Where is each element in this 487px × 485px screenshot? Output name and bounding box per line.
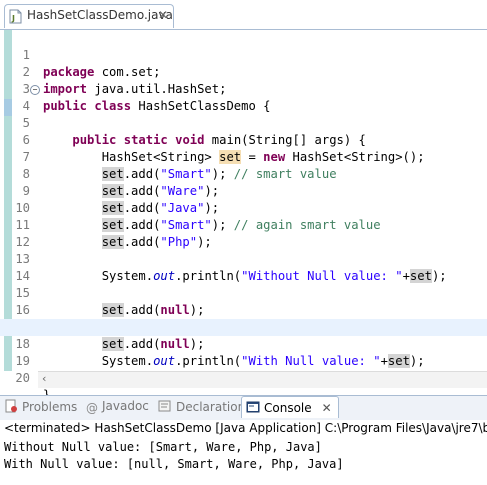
code-editor[interactable]: 1 package com.set; 2 import java.util.Ha…: [0, 29, 487, 402]
console-line: With Null value: [null, Smart, Ware, Php…: [4, 457, 344, 471]
editor-tab-title: HashSetClassDemo.java: [27, 8, 173, 22]
code-line: 2 import java.util.HashSet;: [0, 47, 487, 96]
code-line: 4 − public static void main(String[] arg…: [0, 81, 487, 147]
code-line: 20 }: [0, 353, 487, 402]
close-icon[interactable]: ✕: [158, 8, 168, 22]
code-line: 16 set.add(null);: [0, 285, 487, 334]
code-line: 6 HashSet<String> set = new HashSet<Stri…: [0, 115, 487, 164]
code-line: 12: [0, 217, 487, 249]
tab-label: Console: [264, 401, 312, 415]
code-line: 17 set.add(null);: [0, 302, 487, 351]
scroll-left-icon[interactable]: ‹: [42, 372, 46, 385]
code-line: 10 set.add("Smart"); // again smart valu…: [0, 183, 487, 232]
declaration-icon: [158, 400, 171, 412]
code-line: 5: [0, 98, 487, 130]
problems-icon: [5, 399, 17, 413]
tab-javadoc[interactable]: @ Javadoc: [86, 399, 149, 417]
tab-label: Declaration: [176, 400, 246, 414]
code-line: 7 set.add("Smart"); // smart value: [0, 132, 487, 181]
horizontal-scrollbar[interactable]: ‹: [38, 371, 487, 388]
code-line: 3 public class HashSetClassDemo {: [0, 64, 487, 113]
tab-declaration[interactable]: Declaration: [158, 399, 245, 417]
tab-problems[interactable]: Problems: [4, 399, 77, 417]
editor-tab-bar: J HashSetClassDemo.java ✕: [0, 0, 487, 29]
code-line: 1 package com.set;: [0, 30, 487, 79]
code-line: 13 System.out.println("Without Null valu…: [0, 234, 487, 283]
code-line: 19 }: [0, 336, 487, 385]
java-file-icon: J: [9, 9, 22, 24]
code-line: 14: [0, 251, 487, 283]
panel-tab-bar: Problems @ Javadoc Declaration Console ✕: [0, 395, 487, 421]
console-header: <terminated> HashSetClassDemo [Java Appl…: [4, 421, 487, 435]
code-line-current: 18 System.out.println("With Null value: …: [0, 319, 487, 368]
javadoc-icon: @: [86, 401, 98, 415]
code-line: 15 set.add(null);: [0, 268, 487, 317]
editor-tab-hashsetclassdemo[interactable]: J HashSetClassDemo.java ✕: [4, 4, 174, 28]
console-line: Without Null value: [Smart, Ware, Php, J…: [4, 440, 322, 454]
fold-collapse-icon[interactable]: −: [30, 85, 40, 95]
tab-console[interactable]: Console ✕: [241, 396, 339, 418]
console-output[interactable]: <terminated> HashSetClassDemo [Java Appl…: [0, 420, 487, 485]
tab-label: Javadoc: [102, 399, 149, 413]
svg-text:J: J: [11, 14, 15, 23]
code-line: 8 set.add("Ware");: [0, 149, 487, 198]
tab-label: Problems: [22, 400, 78, 414]
code-line: 11 set.add("Php");: [0, 200, 487, 249]
console-icon: [246, 401, 260, 413]
code-line: 9 set.add("Java");: [0, 166, 487, 215]
close-icon[interactable]: ✕: [322, 401, 332, 415]
line-number: 20: [15, 371, 30, 385]
